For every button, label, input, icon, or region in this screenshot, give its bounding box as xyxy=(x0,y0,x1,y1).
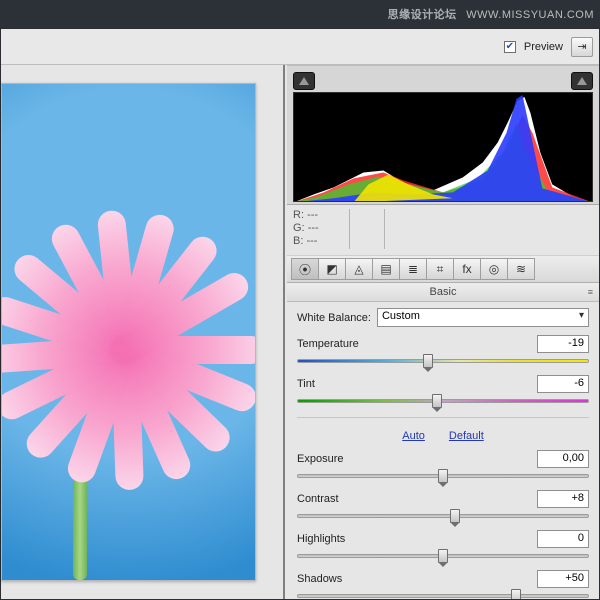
exposure-slider[interactable] xyxy=(297,470,589,482)
tab-fx[interactable]: fx xyxy=(453,258,481,280)
slider-thumb[interactable] xyxy=(511,589,521,599)
r-value: --- xyxy=(307,209,318,221)
sliders-icon: ≋ xyxy=(516,262,526,276)
temperature-value[interactable]: -19 xyxy=(537,335,589,353)
exposure-row: Exposure 0,00 xyxy=(297,450,589,482)
split-icon: ≣ xyxy=(408,262,418,276)
g-label: G: xyxy=(293,222,305,234)
tab-hsl[interactable]: ▤ xyxy=(372,258,400,280)
preview-pane xyxy=(1,65,285,599)
shadow-clip-button[interactable] xyxy=(293,72,315,90)
image-canvas[interactable] xyxy=(1,83,256,581)
tab-curve[interactable]: ◩ xyxy=(318,258,346,280)
contrast-label: Contrast xyxy=(297,493,339,505)
highlights-value[interactable]: 0 xyxy=(537,530,589,548)
white-balance-select[interactable]: Custom xyxy=(377,308,589,327)
white-balance-row: White Balance: Custom xyxy=(297,308,589,327)
histogram[interactable] xyxy=(293,92,593,202)
slider-thumb[interactable] xyxy=(432,394,442,408)
exposure-value[interactable]: 0,00 xyxy=(537,450,589,468)
tab-basic[interactable]: ⦿ xyxy=(291,258,319,280)
contrast-slider[interactable] xyxy=(297,510,589,522)
slider-thumb[interactable] xyxy=(450,509,460,523)
temperature-label: Temperature xyxy=(297,338,359,350)
preview-checkbox[interactable]: ✔ xyxy=(504,41,516,53)
white-balance-value: Custom xyxy=(382,310,420,322)
auto-link[interactable]: Auto xyxy=(402,430,425,442)
white-balance-label: White Balance: xyxy=(297,312,371,324)
exposure-label: Exposure xyxy=(297,453,343,465)
tab-detail[interactable]: ◬ xyxy=(345,258,373,280)
tab-camera[interactable]: ◎ xyxy=(480,258,508,280)
tab-presets[interactable]: ≋ xyxy=(507,258,535,280)
divider xyxy=(349,209,350,249)
separator xyxy=(297,417,589,418)
shadows-slider[interactable] xyxy=(297,590,589,599)
bars-icon: ▤ xyxy=(380,262,391,276)
g-value: --- xyxy=(308,222,319,234)
tab-lens[interactable]: ⌗ xyxy=(426,258,454,280)
temperature-slider[interactable] xyxy=(297,355,589,367)
tint-value[interactable]: -6 xyxy=(537,375,589,393)
preview-label: Preview xyxy=(524,41,563,53)
basic-panel-body: White Balance: Custom Temperature -19 xyxy=(287,302,599,599)
r-label: R: xyxy=(293,209,304,221)
temperature-row: Temperature -19 xyxy=(297,335,589,367)
grid-icon: ⌗ xyxy=(437,262,444,277)
shadows-label: Shadows xyxy=(297,573,342,585)
panel-menu-icon[interactable]: ≡ xyxy=(588,287,593,297)
triangle-icon: ◬ xyxy=(354,262,363,276)
tint-label: Tint xyxy=(297,378,315,390)
highlights-label: Highlights xyxy=(297,533,345,545)
contrast-row: Contrast +8 xyxy=(297,490,589,522)
divider xyxy=(384,209,385,249)
watermark: 思缘设计论坛 WWW.MISSYUAN.COM xyxy=(388,6,594,22)
b-value: --- xyxy=(306,235,317,247)
tint-row: Tint -6 xyxy=(297,375,589,407)
panel-tab-strip: ⦿ ◩ ◬ ▤ ≣ ⌗ fx ◎ ≋ xyxy=(287,255,599,283)
fx-icon: fx xyxy=(462,262,471,276)
curve-icon: ◩ xyxy=(326,262,337,276)
highlight-clip-button[interactable] xyxy=(571,72,593,90)
top-toolbar: ✔ Preview ⇥ xyxy=(1,29,599,65)
arrow-right-bar-icon: ⇥ xyxy=(577,40,586,53)
shadows-row: Shadows +50 xyxy=(297,570,589,599)
highlights-row: Highlights 0 xyxy=(297,530,589,562)
rgb-readout: R: --- G: --- B: --- xyxy=(287,205,599,255)
default-link[interactable]: Default xyxy=(449,430,484,442)
aperture-icon: ⦿ xyxy=(299,261,311,278)
shadows-value[interactable]: +50 xyxy=(537,570,589,588)
watermark-url: WWW.MISSYUAN.COM xyxy=(466,9,594,21)
camera-icon: ◎ xyxy=(489,262,499,276)
photo-content xyxy=(2,84,255,580)
auto-default-links: Auto Default xyxy=(297,430,589,442)
highlights-slider[interactable] xyxy=(297,550,589,562)
b-label: B: xyxy=(293,235,303,247)
adjustments-panel: R: --- G: --- B: --- ⦿ ◩ ◬ ▤ ≣ ⌗ fx ◎ ≋ … xyxy=(287,65,599,599)
tab-split[interactable]: ≣ xyxy=(399,258,427,280)
toggle-panel-button[interactable]: ⇥ xyxy=(571,37,593,57)
histogram-area xyxy=(287,66,599,205)
watermark-cn: 思缘设计论坛 xyxy=(388,9,457,21)
app-window: ✔ Preview ⇥ xyxy=(0,28,600,600)
panel-title-text: Basic xyxy=(430,286,457,298)
slider-thumb[interactable] xyxy=(438,549,448,563)
tint-slider[interactable] xyxy=(297,395,589,407)
slider-thumb[interactable] xyxy=(438,469,448,483)
slider-thumb[interactable] xyxy=(423,354,433,368)
contrast-value[interactable]: +8 xyxy=(537,490,589,508)
panel-title: Basic ≡ xyxy=(287,283,599,302)
